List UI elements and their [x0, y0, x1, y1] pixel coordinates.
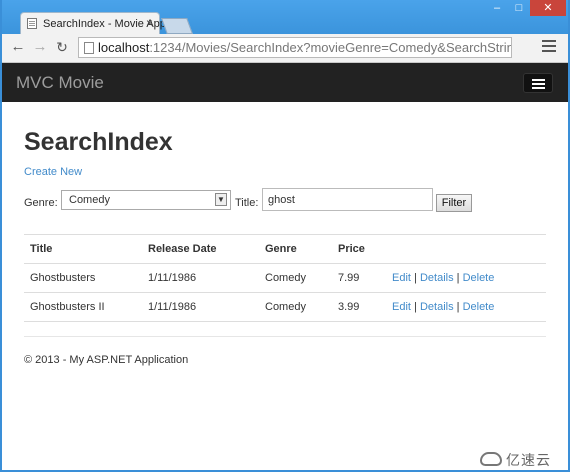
column-header-price: Price	[332, 234, 386, 264]
delete-link[interactable]: Delete	[463, 272, 495, 284]
cell-title: Ghostbusters II	[24, 292, 142, 322]
table-row: Ghostbusters II 1/11/1986 Comedy 3.99 Ed…	[24, 292, 546, 322]
filter-form: Genre: Comedy ▼ Title: Filter	[24, 188, 546, 214]
maximize-button[interactable]: □	[508, 0, 530, 16]
chevron-down-icon[interactable]: ▼	[215, 193, 227, 206]
edit-link[interactable]: Edit	[392, 272, 411, 284]
genre-label: Genre:	[24, 197, 58, 209]
separator: |	[414, 301, 417, 313]
cell-release-date: 1/11/1986	[142, 292, 259, 322]
footer-text: © 2013 - My ASP.NET Application	[24, 354, 189, 366]
url-host: localhost	[98, 40, 150, 55]
watermark-logo: 亿速云	[462, 448, 566, 470]
column-header-title: Title	[24, 234, 142, 264]
site-navbar: MVC Movie	[2, 63, 568, 102]
genre-select[interactable]: Comedy ▼	[61, 190, 231, 210]
create-new-link[interactable]: Create New	[24, 166, 82, 178]
filter-button[interactable]: Filter	[436, 194, 472, 212]
cell-price: 7.99	[332, 263, 386, 293]
brand-link[interactable]: MVC Movie	[16, 73, 104, 93]
footer-divider	[24, 336, 546, 337]
tab-close-icon[interactable]: ×	[146, 16, 153, 30]
page-icon	[84, 42, 94, 54]
tab-strip: SearchIndex - Movie App × – □ ✕	[2, 0, 568, 34]
table-row: Ghostbusters 1/11/1986 Comedy 7.99 Edit …	[24, 263, 546, 293]
movies-table: Title Release Date Genre Price Ghostbust…	[24, 234, 546, 322]
address-bar[interactable]: localhost:1234/Movies/SearchIndex?movieG…	[78, 37, 512, 58]
url-path: :1234/Movies/SearchIndex?movieGenre=Come…	[149, 40, 511, 55]
separator: |	[414, 272, 417, 284]
page-favicon-icon	[27, 18, 37, 29]
watermark-text: 亿速云	[506, 452, 551, 468]
cell-genre: Comedy	[259, 263, 332, 293]
arrow-right-icon[interactable]: →	[32, 39, 48, 55]
cell-actions: Edit | Details | Delete	[386, 263, 546, 293]
genre-selected-value: Comedy	[69, 194, 110, 206]
browser-window: SearchIndex - Movie App × – □ ✕ ← → ↻ lo…	[0, 0, 570, 472]
browser-tab[interactable]: SearchIndex - Movie App ×	[20, 12, 166, 34]
separator: |	[456, 272, 460, 284]
browser-toolbar: ← → ↻ localhost:1234/Movies/SearchIndex?…	[2, 34, 568, 63]
close-window-button[interactable]: ✕	[530, 0, 566, 16]
cell-actions: Edit | Details | Delete	[386, 292, 546, 322]
delete-link[interactable]: Delete	[463, 301, 495, 313]
details-link[interactable]: Details	[420, 301, 454, 313]
cell-price: 3.99	[332, 292, 386, 322]
page-title: SearchIndex	[24, 128, 173, 156]
cell-genre: Comedy	[259, 292, 332, 322]
hamburger-menu-icon[interactable]	[542, 40, 556, 54]
column-header-actions	[386, 234, 546, 264]
separator: |	[456, 301, 460, 313]
column-header-release-date: Release Date	[142, 234, 259, 264]
arrow-left-icon[interactable]: ←	[10, 39, 26, 55]
new-tab-button[interactable]	[161, 18, 193, 34]
minimize-button[interactable]: –	[486, 0, 508, 16]
reload-icon[interactable]: ↻	[54, 39, 70, 55]
column-header-genre: Genre	[259, 234, 332, 264]
navbar-toggle-button[interactable]	[523, 73, 553, 93]
title-search-input[interactable]	[262, 188, 433, 211]
cloud-logo-icon	[480, 452, 502, 466]
table-header-row: Title Release Date Genre Price	[24, 234, 546, 264]
title-label: Title:	[235, 197, 259, 209]
cell-release-date: 1/11/1986	[142, 263, 259, 293]
edit-link[interactable]: Edit	[392, 301, 411, 313]
cell-title: Ghostbusters	[24, 263, 142, 293]
details-link[interactable]: Details	[420, 272, 454, 284]
